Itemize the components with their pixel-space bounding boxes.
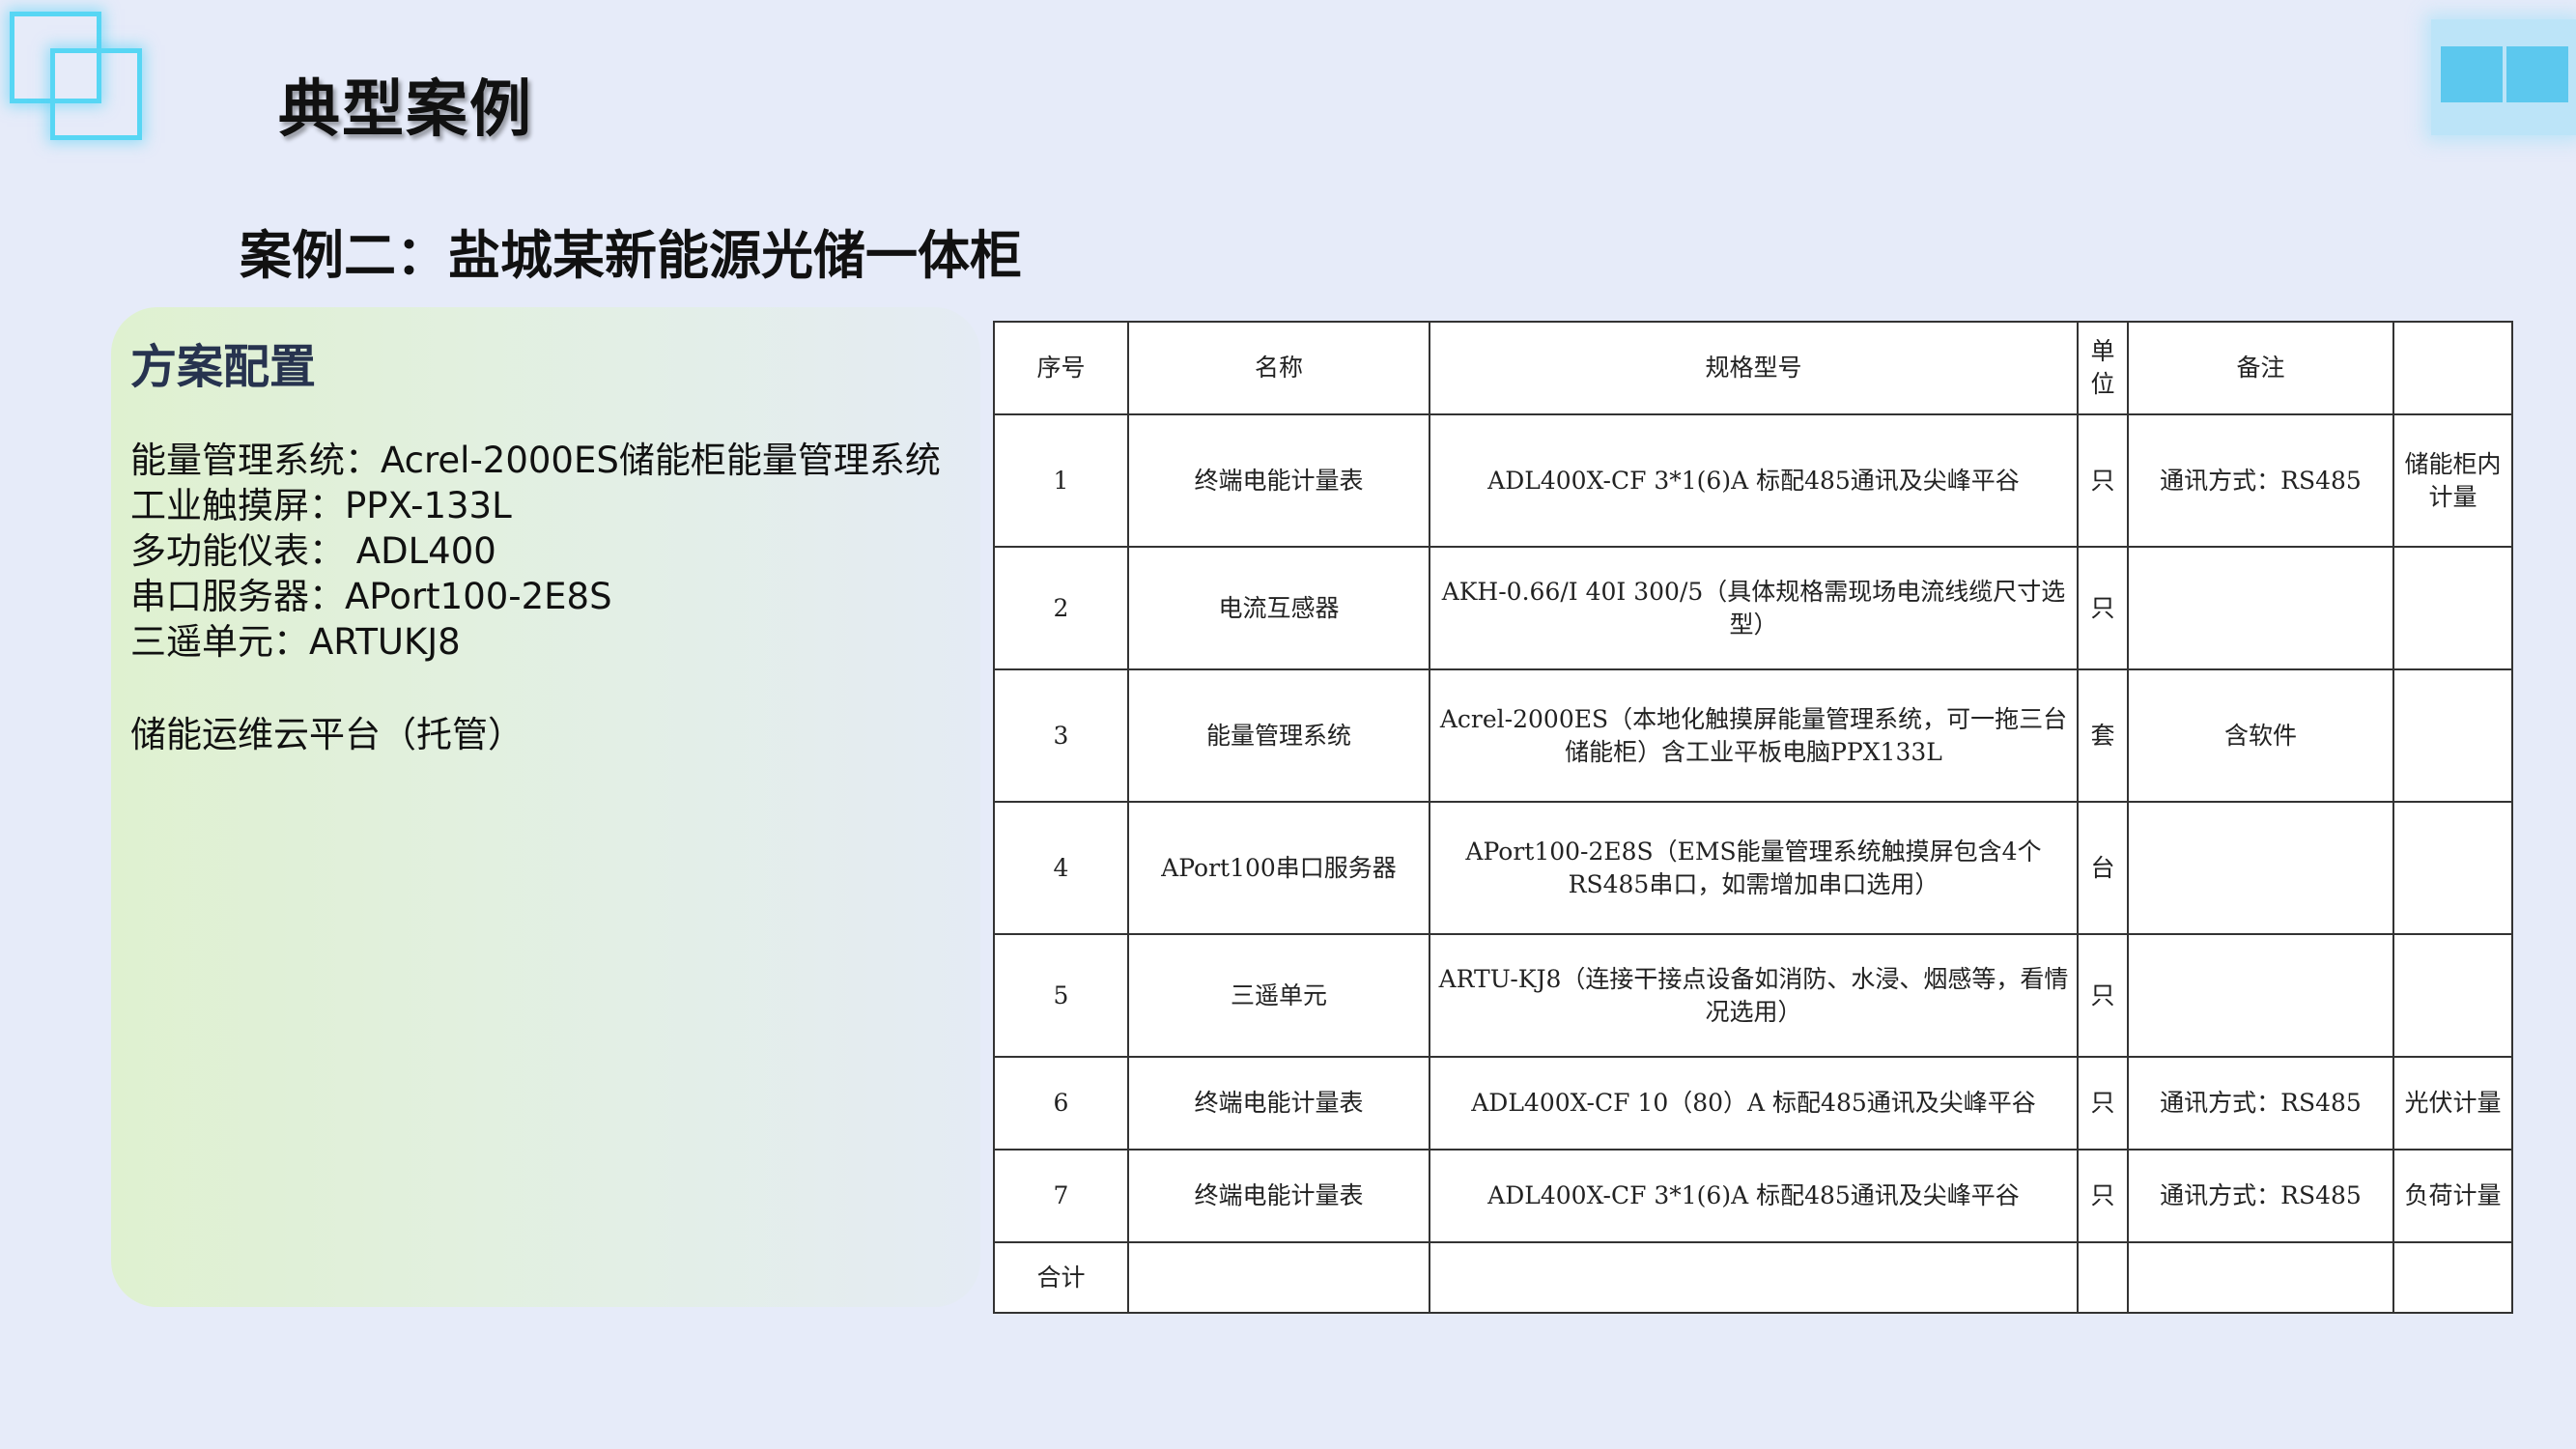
table-cell: 只 — [2077, 546, 2129, 670]
panel-heading: 方案配置 — [130, 340, 317, 394]
cloud-platform-line: 储能运维云平台（托管） — [130, 714, 524, 755]
config-line: 串口服务器：APort100-2E8S — [130, 576, 612, 617]
table-row: 7 终端电能计量表 ADL400X-CF 3*1(6)A 标配485通讯及尖峰平… — [993, 1149, 2513, 1243]
table-row: 5 三遥单元 ARTU-KJ8（连接干接点设备如消防、水浸、烟感等，看情况选用）… — [993, 933, 2513, 1058]
table-cell: 终端电能计量表 — [1127, 413, 1430, 548]
table-cell: 通讯方式：RS485 — [2127, 1056, 2394, 1151]
table-cell: 台 — [2077, 801, 2129, 935]
decorative-squares-icon — [10, 12, 155, 147]
table-cell — [2127, 933, 2394, 1058]
table-cell: ADL400X-CF 3*1(6)A 标配485通讯及尖峰平谷 — [1429, 413, 2079, 548]
table-cell: 1 — [993, 413, 1129, 548]
table-cell: 终端电能计量表 — [1127, 1149, 1430, 1243]
table-cell: 负荷计量 — [2392, 1149, 2513, 1243]
config-line: 工业触摸屏：PPX-133L — [130, 485, 512, 526]
table-cell — [2392, 1241, 2513, 1314]
table-cell — [2127, 801, 2394, 935]
table-cell: APort100-2E8S（EMS能量管理系统触摸屏包含4个RS485串口，如需… — [1429, 801, 2079, 935]
table-cell: ADL400X-CF 3*1(6)A 标配485通讯及尖峰平谷 — [1429, 1149, 2079, 1243]
table-row: 2 电流互感器 AKH-0.66/I 40I 300/5（具体规格需现场电流线缆… — [993, 546, 2513, 670]
table-cell — [1429, 1241, 2079, 1314]
table-cell: ADL400X-CF 10（80）A 标配485通讯及尖峰平谷 — [1429, 1056, 2079, 1151]
table-cell: 只 — [2077, 1149, 2129, 1243]
table-cell: 只 — [2077, 1056, 2129, 1151]
table-row: 4 APort100串口服务器 APort100-2E8S（EMS能量管理系统触… — [993, 801, 2513, 935]
table-row: 6 终端电能计量表 ADL400X-CF 10（80）A 标配485通讯及尖峰平… — [993, 1056, 2513, 1151]
table-cell: 含软件 — [2127, 668, 2394, 803]
table-cell: 2 — [993, 546, 1129, 670]
table-cell — [2127, 546, 2394, 670]
header-cell: 序号 — [993, 321, 1129, 415]
table-cell: 只 — [2077, 933, 2129, 1058]
header-cell: 名称 — [1127, 321, 1430, 415]
table-cell: 套 — [2077, 668, 2129, 803]
table-cell: 通讯方式：RS485 — [2127, 1149, 2394, 1243]
header-cell: 备注 — [2127, 321, 2394, 415]
table-cell: 只 — [2077, 413, 2129, 548]
table-cell: AKH-0.66/I 40I 300/5（具体规格需现场电流线缆尺寸选型） — [1429, 546, 2079, 670]
config-list: 能量管理系统：Acrel-2000ES储能柜能量管理系统 工业触摸屏：PPX-1… — [130, 438, 941, 665]
table-cell — [2077, 1241, 2129, 1314]
page-title: 典型案例 — [278, 74, 533, 146]
equipment-table: 序号 名称 规格型号 单位 备注 1 终端电能计量表 ADL400X-CF 3*… — [993, 321, 2513, 1314]
table-cell: 7 — [993, 1149, 1129, 1243]
case-title: 案例二：盐城某新能源光储一体柜 — [240, 225, 1022, 286]
table-cell: 三遥单元 — [1127, 933, 1430, 1058]
table-cell: 电流互感器 — [1127, 546, 1430, 670]
header-cell: 单位 — [2077, 321, 2129, 415]
table-cell — [2392, 668, 2513, 803]
header-cell — [2392, 321, 2513, 415]
table-cell: 4 — [993, 801, 1129, 935]
table-cell — [2127, 1241, 2394, 1314]
table-cell: 能量管理系统 — [1127, 668, 1430, 803]
config-line: 三遥单元：ARTUKJ8 — [130, 621, 461, 663]
config-panel: 方案配置 能量管理系统：Acrel-2000ES储能柜能量管理系统 工业触摸屏：… — [111, 307, 980, 1307]
table-row: 1 终端电能计量表 ADL400X-CF 3*1(6)A 标配485通讯及尖峰平… — [993, 413, 2513, 548]
table-cell: 通讯方式：RS485 — [2127, 413, 2394, 548]
header-cell: 规格型号 — [1429, 321, 2079, 415]
table-cell: 合计 — [993, 1241, 1129, 1314]
table-cell: Acrel-2000ES（本地化触摸屏能量管理系统，可一拖三台储能柜）含工业平板… — [1429, 668, 2079, 803]
table-cell: APort100串口服务器 — [1127, 801, 1430, 935]
table-cell — [2392, 546, 2513, 670]
table-cell: 5 — [993, 933, 1129, 1058]
config-line: 能量管理系统：Acrel-2000ES储能柜能量管理系统 — [130, 440, 941, 481]
block-icon — [2441, 46, 2503, 102]
table-cell — [2392, 801, 2513, 935]
table-cell: ARTU-KJ8（连接干接点设备如消防、水浸、烟感等，看情况选用） — [1429, 933, 2079, 1058]
table-cell — [2392, 933, 2513, 1058]
table-total-row: 合计 — [993, 1241, 2513, 1314]
table-cell: 储能柜内计量 — [2392, 413, 2513, 548]
table-cell: 3 — [993, 668, 1129, 803]
table-cell: 终端电能计量表 — [1127, 1056, 1430, 1151]
block-icon — [2506, 46, 2568, 102]
table-cell: 光伏计量 — [2392, 1056, 2513, 1151]
config-line: 多功能仪表： ADL400 — [130, 530, 496, 572]
table-cell — [1127, 1241, 1430, 1314]
table-header-row: 序号 名称 规格型号 单位 备注 — [993, 321, 2513, 415]
decorative-blocks-icon — [2431, 19, 2576, 135]
table-cell: 6 — [993, 1056, 1129, 1151]
square-outline-icon — [50, 48, 142, 140]
table-row: 3 能量管理系统 Acrel-2000ES（本地化触摸屏能量管理系统，可一拖三台… — [993, 668, 2513, 803]
